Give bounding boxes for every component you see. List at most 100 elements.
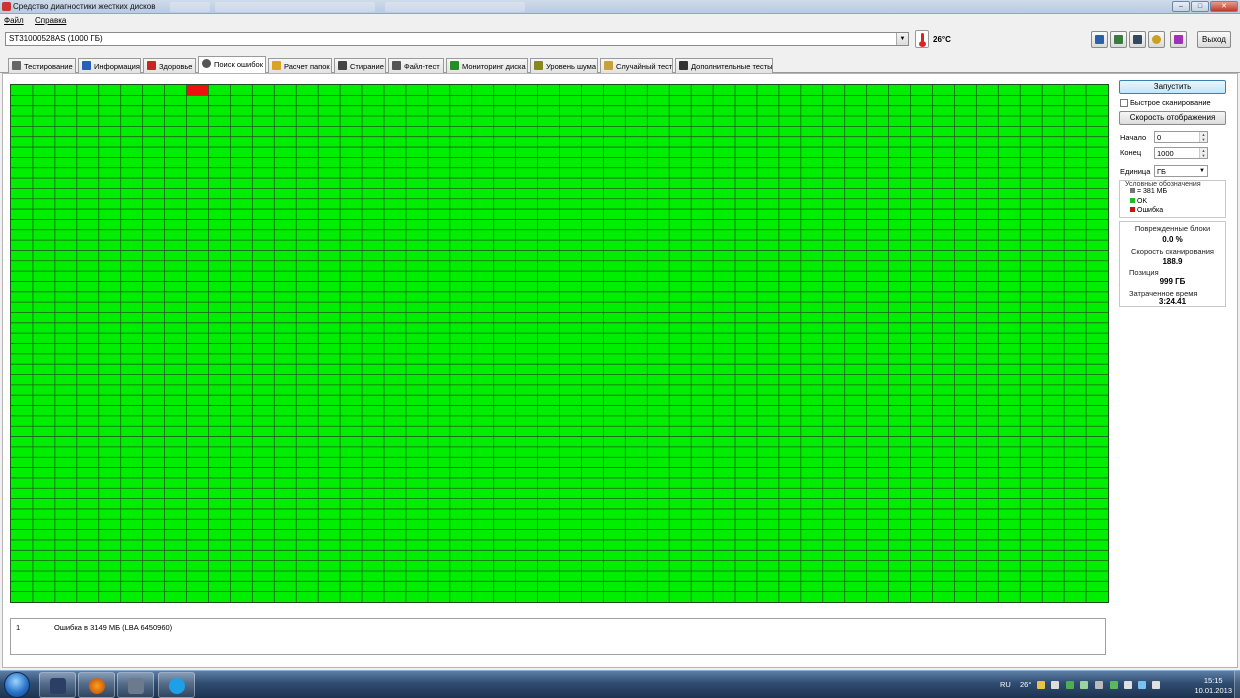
menu-bar: Файл Справка	[0, 14, 1240, 28]
display-speed-button[interactable]: Скорость отображения	[1119, 111, 1226, 125]
maximize-button[interactable]: □	[1191, 1, 1209, 12]
tab-folder-calc[interactable]: Расчет папок	[268, 58, 332, 73]
tab-random-test[interactable]: Случайный тест	[600, 58, 673, 73]
spinner-arrows-icon[interactable]: ▲ ▼	[1199, 148, 1207, 158]
tab-testing[interactable]: Тестирование	[8, 58, 76, 73]
error-block	[186, 85, 209, 96]
legend-item-block-size: = 381 МБ	[1130, 188, 1167, 195]
quick-scan-label: Быстрое сканирование	[1130, 98, 1211, 107]
tab-bar: Тестирование Информация Здоровье Поиск о…	[0, 56, 1240, 73]
tab-error-scan[interactable]: Поиск ошибок	[198, 56, 266, 73]
folder-icon	[272, 61, 281, 70]
end-input[interactable]: 1000 ▲ ▼	[1154, 147, 1208, 159]
title-bar: Средство диагностики жестких дисков – □ …	[0, 0, 1240, 14]
save-disk-icon	[50, 678, 66, 694]
tab-noise-level[interactable]: Уровень шума	[530, 58, 598, 73]
show-desktop-button[interactable]	[1234, 671, 1240, 698]
window-title: Средство диагностики жестких дисков	[13, 2, 156, 11]
signal-icon[interactable]	[1066, 681, 1074, 689]
taskbar-app[interactable]	[39, 672, 76, 698]
background-window-tab[interactable]	[385, 2, 525, 12]
chevron-down-icon[interactable]: ▼	[896, 33, 908, 45]
start-button[interactable]: Запустить	[1119, 80, 1226, 94]
scan-statistics: Поврежденные блоки 0.0 % Скорость сканир…	[1119, 221, 1226, 307]
disk-block-map	[10, 84, 1109, 603]
tab-health[interactable]: Здоровье	[143, 58, 196, 73]
exit-button[interactable]: Выход	[1197, 31, 1231, 48]
clock-date: 10.01.2013	[1194, 686, 1232, 695]
tab-info[interactable]: Информация	[78, 58, 141, 73]
legend-item-error: Ошибка	[1130, 207, 1163, 214]
position-value: 999 ГБ	[1159, 277, 1186, 286]
error-number: 1	[16, 623, 21, 632]
tab-erase[interactable]: Стирание	[334, 58, 386, 73]
tray-app-icon[interactable]	[1080, 681, 1088, 689]
tray-app-icon[interactable]	[1110, 681, 1118, 689]
network-icon[interactable]	[1138, 681, 1146, 689]
tray-app-icon[interactable]	[1051, 681, 1059, 689]
random-icon	[604, 61, 613, 70]
volume-icon[interactable]	[1152, 681, 1160, 689]
start-input[interactable]: 0 ▲ ▼	[1154, 131, 1208, 143]
menu-help[interactable]: Справка	[35, 16, 66, 25]
block-map-canvas	[11, 85, 1108, 602]
thermometer-icon	[12, 61, 21, 70]
start-input-value: 0	[1157, 133, 1162, 142]
damaged-blocks-label: Поврежденные блоки	[1134, 224, 1211, 233]
chevron-down-icon: ▼	[1199, 168, 1205, 174]
scan-speed-label: Скорость сканирования	[1131, 247, 1214, 256]
monitor-icon	[450, 61, 459, 70]
taskbar-app[interactable]	[117, 672, 154, 698]
menu-file[interactable]: Файл	[4, 16, 24, 25]
damaged-blocks-value: 0.0 %	[1162, 235, 1183, 244]
background-window-tab[interactable]	[215, 2, 375, 12]
drive-tool-icon	[128, 678, 144, 694]
minimize-button[interactable]: –	[1172, 1, 1190, 12]
language-indicator[interactable]: RU	[1000, 680, 1011, 689]
taskbar-app[interactable]	[158, 672, 195, 698]
error-log-list[interactable]: 1 Ошибка в 3149 МБ (LBA 6450960)	[10, 618, 1106, 655]
key-button[interactable]	[1148, 31, 1165, 48]
skype-icon	[169, 678, 185, 694]
position-label: Позиция	[1129, 268, 1159, 277]
save-button[interactable]	[1129, 31, 1146, 48]
end-field-label: Конец	[1120, 148, 1142, 157]
key-icon	[1152, 35, 1161, 44]
drive-select-value: ST31000528AS (1000 ГБ)	[9, 34, 103, 43]
scan-speed-value: 188.9	[1162, 257, 1183, 266]
unit-select[interactable]: ГБ ▼	[1154, 165, 1208, 177]
copy-report-button[interactable]	[1110, 31, 1127, 48]
legend-item-ok: OK	[1130, 198, 1147, 205]
legend: Условные обозначения = 381 МБ OK Ошибка	[1119, 180, 1226, 218]
taskbar-app[interactable]	[78, 672, 115, 698]
start-button[interactable]	[4, 672, 30, 698]
save-icon	[1133, 35, 1142, 44]
download-button[interactable]	[1170, 31, 1187, 48]
start-field-label: Начало	[1120, 133, 1147, 142]
clock-time: 15:15	[1203, 676, 1223, 685]
tab-disk-monitor[interactable]: Мониторинг диска	[446, 58, 528, 73]
copy-button[interactable]	[1091, 31, 1108, 48]
tab-file-test[interactable]: Файл-тест	[388, 58, 444, 73]
end-input-value: 1000	[1157, 149, 1174, 158]
quick-scan-checkbox[interactable]	[1120, 99, 1128, 107]
elapsed-time-value: 3:24.41	[1158, 297, 1187, 306]
tray-app-icon[interactable]	[1037, 681, 1045, 689]
tab-extra-tests[interactable]: Дополнительные тесты	[675, 58, 773, 73]
gray-square-icon	[1130, 188, 1135, 193]
magnifier-icon	[202, 59, 211, 68]
clock[interactable]: 15:15 10.01.2013	[1194, 676, 1232, 696]
close-button[interactable]: ✕	[1210, 1, 1238, 12]
tray-app-icon[interactable]	[1124, 681, 1132, 689]
tray-temperature[interactable]: 26°	[1020, 680, 1031, 689]
info-icon	[82, 61, 91, 70]
drive-select[interactable]: ST31000528AS (1000 ГБ) ▼	[5, 32, 909, 46]
green-square-icon	[1130, 198, 1135, 203]
drive-temperature: 26°C	[933, 35, 951, 44]
tray-app-icon[interactable]	[1095, 681, 1103, 689]
firefox-icon	[89, 678, 105, 694]
error-message: Ошибка в 3149 МБ (LBA 6450960)	[54, 623, 173, 632]
unit-select-value: ГБ	[1157, 167, 1166, 176]
background-window-tab[interactable]	[170, 2, 210, 12]
spinner-arrows-icon[interactable]: ▲ ▼	[1199, 132, 1207, 142]
